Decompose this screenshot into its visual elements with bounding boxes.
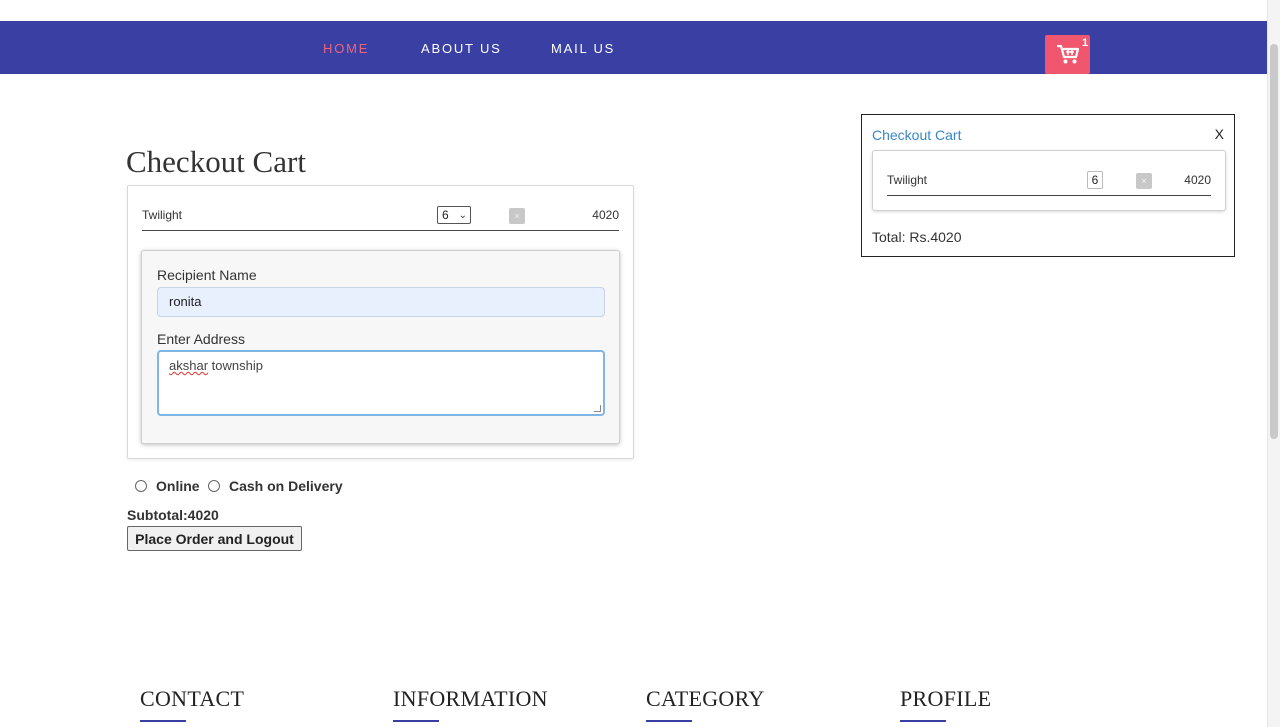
footer-contact: CONTACT [140, 686, 244, 722]
cod-radio[interactable] [208, 480, 220, 492]
mini-cart-quantity[interactable]: 6 [1087, 171, 1103, 189]
footer-divider [140, 720, 186, 722]
cart-item-price: 4020 [592, 208, 619, 222]
address-label: Enter Address [157, 331, 245, 347]
mini-cart-popup: Checkout Cart X Twilight 6 × 4020 Total:… [861, 114, 1235, 257]
cod-label: Cash on Delivery [229, 478, 343, 494]
page-title: Checkout Cart [126, 144, 306, 179]
address-text-misspelled: akshar [169, 358, 209, 373]
cart-panel: Twilight 6 ⌄ × 4020 Recipient Name ronit… [127, 185, 634, 459]
online-label: Online [156, 478, 200, 494]
mini-cart-total: Total: Rs.4020 [872, 229, 962, 245]
footer-heading-information: INFORMATION [393, 686, 548, 711]
nav-mail-link[interactable]: MAIL US [551, 41, 615, 56]
shopping-cart-icon [1057, 44, 1080, 64]
online-radio[interactable] [135, 480, 147, 492]
footer-divider [393, 720, 439, 722]
footer-information: INFORMATION [393, 686, 548, 722]
top-navbar: HOME ABOUT US MAIL US 1 [0, 21, 1267, 74]
resize-handle[interactable] [594, 405, 601, 412]
footer-heading-category: CATEGORY [646, 686, 765, 711]
footer-category: CATEGORY [646, 686, 765, 722]
cart-button[interactable]: 1 [1045, 35, 1090, 74]
mini-cart-close-button[interactable]: X [1215, 126, 1224, 142]
footer-heading-contact: CONTACT [140, 686, 245, 711]
quantity-value: 6 [442, 208, 449, 222]
mini-cart-items: Twilight 6 × 4020 [872, 150, 1226, 211]
shipping-form: Recipient Name ronita Enter Address aksh… [141, 250, 620, 444]
remove-item-button[interactable]: × [509, 208, 525, 224]
footer-heading-profile: PROFILE [900, 686, 992, 711]
address-text: township [208, 358, 263, 373]
mini-cart-remove-button[interactable]: × [1136, 173, 1152, 189]
recipient-name-label: Recipient Name [157, 267, 257, 283]
nav-home-link[interactable]: HOME [323, 41, 369, 56]
mini-cart-item-price: 4020 [1184, 173, 1211, 187]
chevron-down-icon: ⌄ [458, 210, 467, 221]
footer-divider [900, 720, 946, 722]
mini-cart-title: Checkout Cart [872, 127, 962, 143]
address-textarea[interactable]: akshar township [157, 350, 605, 416]
place-order-button[interactable]: Place Order and Logout [127, 526, 302, 551]
cart-count-badge: 1 [1082, 37, 1089, 49]
mini-cart-item-name: Twilight [887, 173, 928, 187]
scrollbar-thumb[interactable] [1270, 44, 1278, 439]
cart-item-name: Twilight [142, 208, 183, 222]
subtotal-text: Subtotal:4020 [127, 507, 219, 523]
mini-cart-item-row: Twilight 6 × 4020 [887, 151, 1211, 196]
quantity-select[interactable]: 6 ⌄ [437, 206, 471, 224]
cart-item-row: Twilight 6 ⌄ × 4020 [142, 186, 619, 231]
footer-divider [646, 720, 692, 722]
footer-profile: PROFILE [900, 686, 991, 722]
nav-about-link[interactable]: ABOUT US [421, 41, 502, 56]
recipient-name-input[interactable]: ronita [157, 287, 605, 317]
page-scrollbar[interactable] [1267, 0, 1280, 727]
